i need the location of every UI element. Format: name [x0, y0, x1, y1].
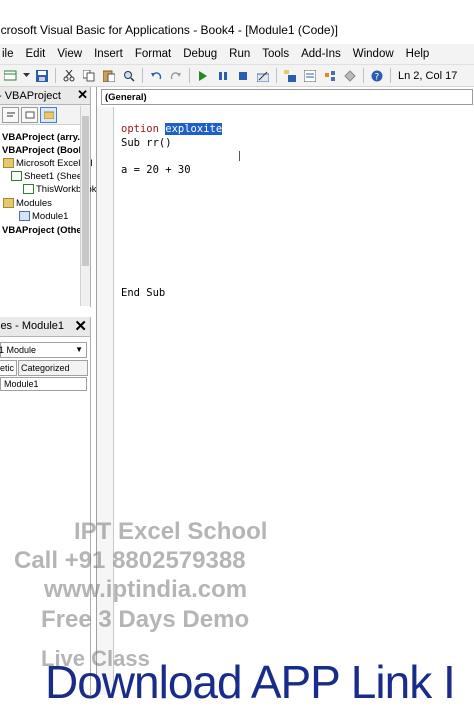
folder-icon [3, 198, 14, 209]
tree-item-label: VBAProject (Book4 [2, 145, 90, 156]
project-explorer-toolbar [0, 105, 90, 125]
tree-item-vbaproject-book4[interactable]: VBAProject (Book4 [2, 145, 89, 157]
view-code-icon[interactable] [2, 106, 19, 123]
tree-item-vbaproject-arry[interactable]: VBAProject (arry.xl [2, 132, 88, 144]
window-titlebar: icrosoft Visual Basic for Applications -… [0, 17, 474, 43]
save-icon[interactable] [35, 68, 50, 83]
menu-edit[interactable]: Edit [20, 48, 52, 60]
properties-window: ies - Module1 ✕ 1 Module ▼ etic Categori… [0, 317, 91, 695]
paste-icon[interactable] [102, 68, 117, 83]
project-explorer-title: - VBAProject [0, 89, 61, 102]
chevron-down-icon: ▼ [75, 345, 83, 354]
close-icon[interactable]: ✕ [77, 87, 88, 103]
toolbar-separator [189, 68, 190, 83]
close-icon[interactable]: ✕ [74, 317, 87, 335]
redo-icon[interactable] [169, 68, 184, 83]
tree-item-modules[interactable]: Modules [3, 198, 52, 210]
copy-icon[interactable] [82, 68, 97, 83]
object-select-value: 1 Module [0, 345, 37, 355]
properties-tabs: etic Categorized [0, 360, 88, 376]
toolbox-icon[interactable] [343, 68, 358, 83]
text-cursor [239, 151, 240, 161]
menu-window[interactable]: Window [347, 48, 400, 60]
keyword-option: option [121, 123, 159, 135]
project-explorer-icon[interactable] [283, 68, 298, 83]
help-icon[interactable]: ? [370, 68, 385, 83]
object-browser-icon[interactable] [323, 68, 338, 83]
download-app-banner: Download APP Link I [45, 656, 456, 708]
window-title: icrosoft Visual Basic for Applications -… [0, 23, 338, 37]
object-combo-value: (General) [105, 92, 147, 103]
reset-icon[interactable] [236, 68, 251, 83]
toggle-folders-icon[interactable] [40, 106, 57, 123]
code-line-4[interactable]: End Sub [121, 287, 165, 299]
toolbar-separator [363, 68, 364, 83]
design-mode-icon[interactable] [256, 68, 271, 83]
toolbar-separator [276, 68, 277, 83]
cursor-position: Ln 2, Col 17 [398, 69, 458, 82]
break-icon[interactable] [216, 68, 231, 83]
run-icon[interactable] [196, 68, 211, 83]
menu-file[interactable]: ile [0, 48, 20, 60]
tree-item-sheet1[interactable]: Sheet1 (Shee [11, 171, 82, 183]
object-select[interactable]: 1 Module ▼ [0, 342, 87, 358]
tab-alphabetic[interactable]: etic [0, 360, 17, 376]
tree-item-vbaproject-other[interactable]: VBAProject (Other [2, 225, 85, 237]
watermark-demo: Free 3 Days Demo [41, 606, 250, 633]
property-row-name[interactable]: Module1 [0, 377, 87, 391]
object-combo[interactable]: (General) [101, 89, 473, 105]
worksheet-icon [11, 171, 22, 182]
tree-item-label: Modules [16, 198, 52, 209]
selected-text: exploxite [165, 123, 223, 135]
project-explorer-header: - VBAProject ✕ [0, 87, 90, 105]
properties-header: ies - Module1 ✕ [0, 317, 90, 337]
properties-title: ies - Module1 [0, 320, 65, 332]
properties-window-icon[interactable] [303, 68, 318, 83]
svg-text:?: ? [375, 72, 380, 82]
tree-item-label: Module1 [32, 211, 69, 222]
cut-icon[interactable] [62, 68, 77, 83]
tree-item-module1[interactable]: Module1 [19, 211, 68, 223]
property-value: Module1 [4, 379, 39, 389]
undo-icon[interactable] [149, 68, 164, 83]
toolbar-separator [390, 68, 391, 83]
code-line-2[interactable]: Sub rr() [121, 137, 172, 149]
project-explorer-scrollbar[interactable] [80, 106, 90, 306]
dropdown-arrow-icon[interactable] [22, 68, 30, 83]
tree-item-label: VBAProject (Other [2, 225, 86, 236]
folder-icon [3, 158, 14, 169]
tab-categorized[interactable]: Categorized [18, 360, 88, 376]
find-icon[interactable] [122, 68, 137, 83]
menu-tools[interactable]: Tools [256, 48, 295, 60]
toolbar-separator [55, 68, 56, 83]
tree-item-label: VBAProject (arry.xl [2, 132, 88, 143]
watermark-website: www.iptindia.com [44, 576, 248, 603]
standard-toolbar: ? Ln 2, Col 17 [0, 65, 474, 87]
menu-format[interactable]: Format [129, 48, 177, 60]
view-object-icon[interactable] [21, 106, 38, 123]
menu-view[interactable]: View [51, 48, 88, 60]
module-icon [19, 211, 30, 222]
menu-add-ins[interactable]: Add-Ins [295, 48, 347, 60]
view-excel-icon[interactable] [3, 68, 18, 83]
menu-bar: ile Edit View Insert Format Debug Run To… [0, 44, 474, 65]
code-line-3[interactable]: a = 20 + 30 [121, 164, 191, 176]
toolbar-separator [142, 68, 143, 83]
menu-debug[interactable]: Debug [177, 48, 223, 60]
scrollbar-thumb[interactable] [82, 116, 89, 266]
tree-item-label: Sheet1 (Shee [24, 171, 83, 182]
workbook-icon [23, 184, 34, 195]
project-explorer: - VBAProject ✕ VBAProject (arry.xl VBAPr… [0, 87, 97, 307]
watermark-school: IPT Excel School [74, 518, 268, 545]
menu-run[interactable]: Run [223, 48, 256, 60]
watermark-phone: Call +91 8802579388 [14, 547, 246, 574]
menu-insert[interactable]: Insert [88, 48, 129, 60]
menu-help[interactable]: Help [400, 48, 436, 60]
code-line-1[interactable]: option exploxite [121, 123, 223, 135]
